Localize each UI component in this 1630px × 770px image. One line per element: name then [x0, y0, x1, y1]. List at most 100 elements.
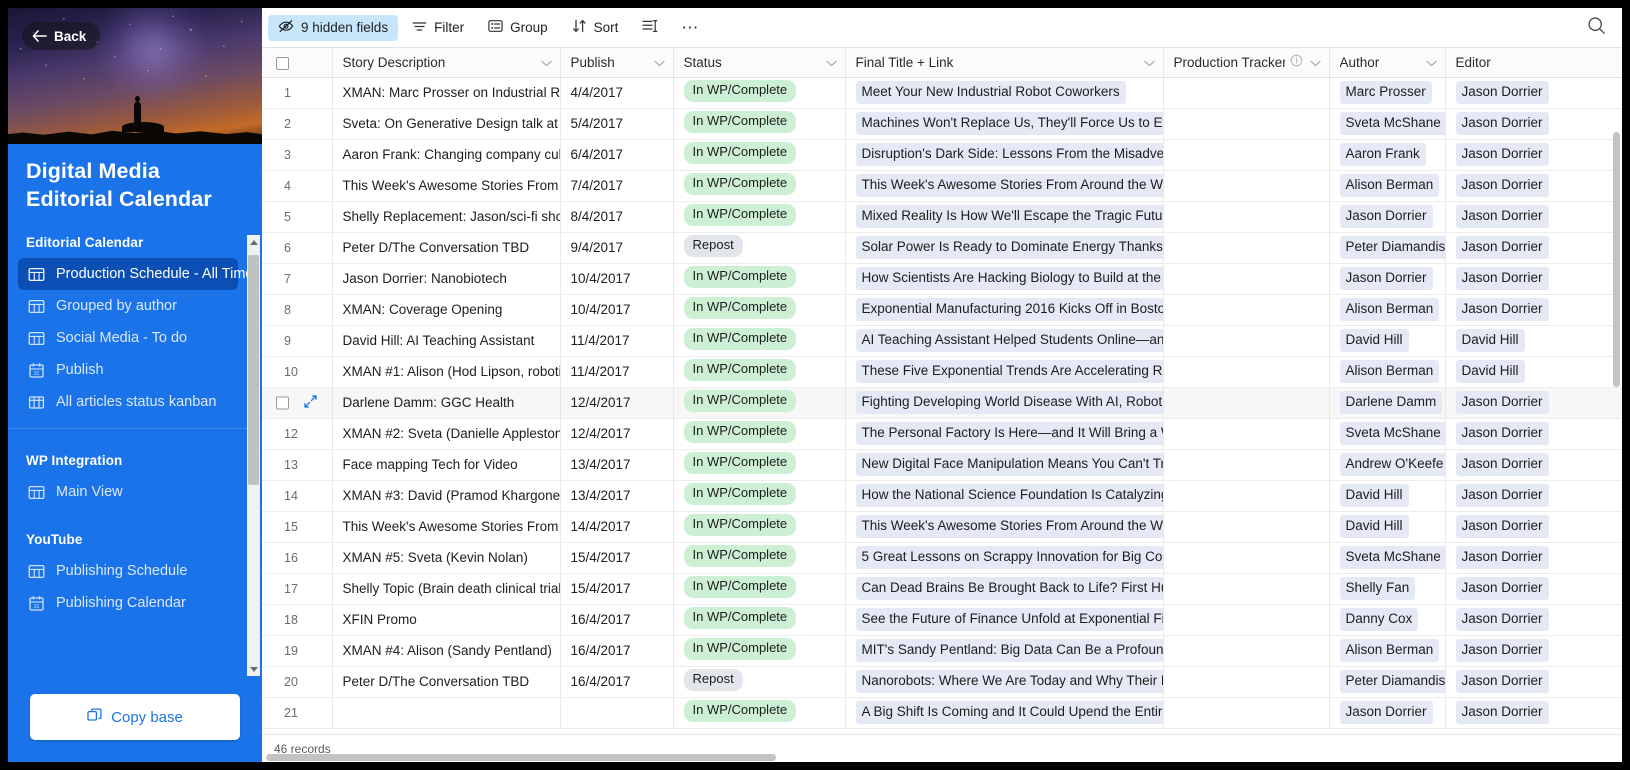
- cell-editor[interactable]: Jason Dorrier: [1445, 604, 1622, 635]
- cell-production-tracker[interactable]: [1163, 542, 1329, 573]
- vertical-scrollbar[interactable]: [1612, 80, 1621, 732]
- cell-story-description[interactable]: XMAN #5: Sveta (Kevin Nolan): [332, 542, 560, 573]
- cell-production-tracker[interactable]: [1163, 604, 1329, 635]
- cell-story-description[interactable]: Aaron Frank: Changing company culture: [332, 139, 560, 170]
- table-row[interactable]: 21In WP/CompleteA Big Shift Is Coming an…: [262, 697, 1622, 728]
- cell-status[interactable]: In WP/Complete: [673, 542, 845, 573]
- row-number-cell[interactable]: 20: [262, 666, 332, 697]
- cell-production-tracker[interactable]: [1163, 418, 1329, 449]
- cell-publish-date[interactable]: 13/4/2017: [560, 480, 673, 511]
- cell-publish-date[interactable]: 4/4/2017: [560, 77, 673, 108]
- cell-production-tracker[interactable]: [1163, 170, 1329, 201]
- cell-production-tracker[interactable]: [1163, 325, 1329, 356]
- cell-story-description[interactable]: This Week's Awesome Stories From Ar…: [332, 511, 560, 542]
- cell-story-description[interactable]: Darlene Damm: GGC Health: [332, 387, 560, 418]
- sidebar-item-grouped-by-author[interactable]: Grouped by author: [18, 290, 238, 322]
- cell-editor[interactable]: Jason Dorrier: [1445, 635, 1622, 666]
- cell-production-tracker[interactable]: [1163, 232, 1329, 263]
- cell-author[interactable]: Alison Berman: [1329, 170, 1445, 201]
- cell-editor[interactable]: Jason Dorrier: [1445, 263, 1622, 294]
- cell-production-tracker[interactable]: [1163, 294, 1329, 325]
- cell-final-title-link[interactable]: Exponential Manufacturing 2016 Kicks Off…: [845, 294, 1163, 325]
- cell-editor[interactable]: Jason Dorrier: [1445, 294, 1622, 325]
- cell-editor[interactable]: Jason Dorrier: [1445, 449, 1622, 480]
- row-number-cell[interactable]: 8: [262, 294, 332, 325]
- table-row[interactable]: 19XMAN #4: Alison (Sandy Pentland)16/4/2…: [262, 635, 1622, 666]
- cell-editor[interactable]: Jason Dorrier: [1445, 77, 1622, 108]
- table-row[interactable]: 20Peter D/The Conversation TBD16/4/2017R…: [262, 666, 1622, 697]
- cell-final-title-link[interactable]: Can Dead Brains Be Brought Back to Life?…: [845, 573, 1163, 604]
- cell-final-title-link[interactable]: How the National Science Foundation Is C…: [845, 480, 1163, 511]
- column-header-status[interactable]: Status: [673, 48, 845, 77]
- select-all-checkbox[interactable]: [276, 57, 289, 70]
- cell-production-tracker[interactable]: [1163, 201, 1329, 232]
- cell-production-tracker[interactable]: [1163, 573, 1329, 604]
- sidebar-item-main-view[interactable]: Main View: [18, 476, 238, 508]
- cell-author[interactable]: Alison Berman: [1329, 294, 1445, 325]
- table-row[interactable]: 6Peter D/The Conversation TBD9/4/2017Rep…: [262, 232, 1622, 263]
- cell-final-title-link[interactable]: These Five Exponential Trends Are Accele…: [845, 356, 1163, 387]
- cell-publish-date[interactable]: 14/4/2017: [560, 511, 673, 542]
- row-number-cell[interactable]: 13: [262, 449, 332, 480]
- table-row[interactable]: 1XMAN: Marc Prosser on Industrial Rob…4/…: [262, 77, 1622, 108]
- cell-author[interactable]: Aaron Frank: [1329, 139, 1445, 170]
- cell-final-title-link[interactable]: This Week's Awesome Stories From Around …: [845, 170, 1163, 201]
- cell-publish-date[interactable]: 16/4/2017: [560, 635, 673, 666]
- column-header-author[interactable]: Author: [1329, 48, 1445, 77]
- cell-story-description[interactable]: XMAN #4: Alison (Sandy Pentland): [332, 635, 560, 666]
- cell-final-title-link[interactable]: Mixed Reality Is How We'll Escape the Tr…: [845, 201, 1163, 232]
- table-row[interactable]: 15This Week's Awesome Stories From Ar…14…: [262, 511, 1622, 542]
- cell-story-description[interactable]: [332, 697, 560, 728]
- cell-editor[interactable]: Jason Dorrier: [1445, 108, 1622, 139]
- cell-status[interactable]: In WP/Complete: [673, 697, 845, 728]
- cell-final-title-link[interactable]: AI Teaching Assistant Helped Students On…: [845, 325, 1163, 356]
- cell-production-tracker[interactable]: [1163, 697, 1329, 728]
- row-number-cell[interactable]: 3: [262, 139, 332, 170]
- table-row[interactable]: 2Sveta: On Generative Design talk at e.g…: [262, 108, 1622, 139]
- cell-author[interactable]: Jason Dorrier: [1329, 697, 1445, 728]
- cell-story-description[interactable]: XMAN #3: David (Pramod Khargonekar): [332, 480, 560, 511]
- scrollbar-thumb[interactable]: [248, 255, 259, 485]
- cell-author[interactable]: David Hill: [1329, 511, 1445, 542]
- row-number-cell[interactable]: 9: [262, 325, 332, 356]
- column-header-production-tracker[interactable]: Production Tracker: [1163, 48, 1329, 77]
- cell-final-title-link[interactable]: The Personal Factory Is Here—and It Will…: [845, 418, 1163, 449]
- info-icon[interactable]: [1290, 54, 1303, 70]
- cell-editor[interactable]: Jason Dorrier: [1445, 511, 1622, 542]
- cell-status[interactable]: In WP/Complete: [673, 604, 845, 635]
- cell-production-tracker[interactable]: [1163, 387, 1329, 418]
- cell-author[interactable]: Marc Prosser: [1329, 77, 1445, 108]
- scrollbar-thumb[interactable]: [1613, 132, 1620, 387]
- cell-status[interactable]: In WP/Complete: [673, 573, 845, 604]
- cell-final-title-link[interactable]: How Scientists Are Hacking Biology to Bu…: [845, 263, 1163, 294]
- table-row[interactable]: 17Shelly Topic (Brain death clinical tri…: [262, 573, 1622, 604]
- cell-status[interactable]: In WP/Complete: [673, 294, 845, 325]
- cell-editor[interactable]: David Hill: [1445, 356, 1622, 387]
- cell-author[interactable]: Andrew O'Keefe: [1329, 449, 1445, 480]
- chevron-down-icon[interactable]: [1310, 55, 1321, 70]
- filter-button[interactable]: Filter: [402, 15, 474, 41]
- row-number-cell[interactable]: 18: [262, 604, 332, 635]
- table-row[interactable]: 13Face mapping Tech for Video13/4/2017In…: [262, 449, 1622, 480]
- cell-status[interactable]: In WP/Complete: [673, 77, 845, 108]
- cell-story-description[interactable]: Jason Dorrier: Nanobiotech: [332, 263, 560, 294]
- row-number-cell[interactable]: 2: [262, 108, 332, 139]
- cell-production-tracker[interactable]: [1163, 480, 1329, 511]
- cell-status[interactable]: In WP/Complete: [673, 418, 845, 449]
- cell-status[interactable]: In WP/Complete: [673, 263, 845, 294]
- cell-publish-date[interactable]: 11/4/2017: [560, 325, 673, 356]
- cell-story-description[interactable]: XMAN #2: Sveta (Danielle Applestone): [332, 418, 560, 449]
- cell-production-tracker[interactable]: [1163, 449, 1329, 480]
- scroll-up-arrow[interactable]: [247, 235, 260, 249]
- sidebar-item-production-schedule[interactable]: Production Schedule - All Time: [18, 258, 238, 290]
- cell-editor[interactable]: Jason Dorrier: [1445, 418, 1622, 449]
- cell-publish-date[interactable]: 6/4/2017: [560, 139, 673, 170]
- cell-production-tracker[interactable]: [1163, 263, 1329, 294]
- table-row[interactable]: 10XMAN #1: Alison (Hod Lipson, robotics)…: [262, 356, 1622, 387]
- more-options-button[interactable]: ⋯: [672, 15, 708, 41]
- cell-story-description[interactable]: Peter D/The Conversation TBD: [332, 666, 560, 697]
- search-button[interactable]: [1579, 16, 1614, 40]
- cell-publish-date[interactable]: 10/4/2017: [560, 294, 673, 325]
- row-number-cell[interactable]: 10: [262, 356, 332, 387]
- cell-publish-date[interactable]: 15/4/2017: [560, 542, 673, 573]
